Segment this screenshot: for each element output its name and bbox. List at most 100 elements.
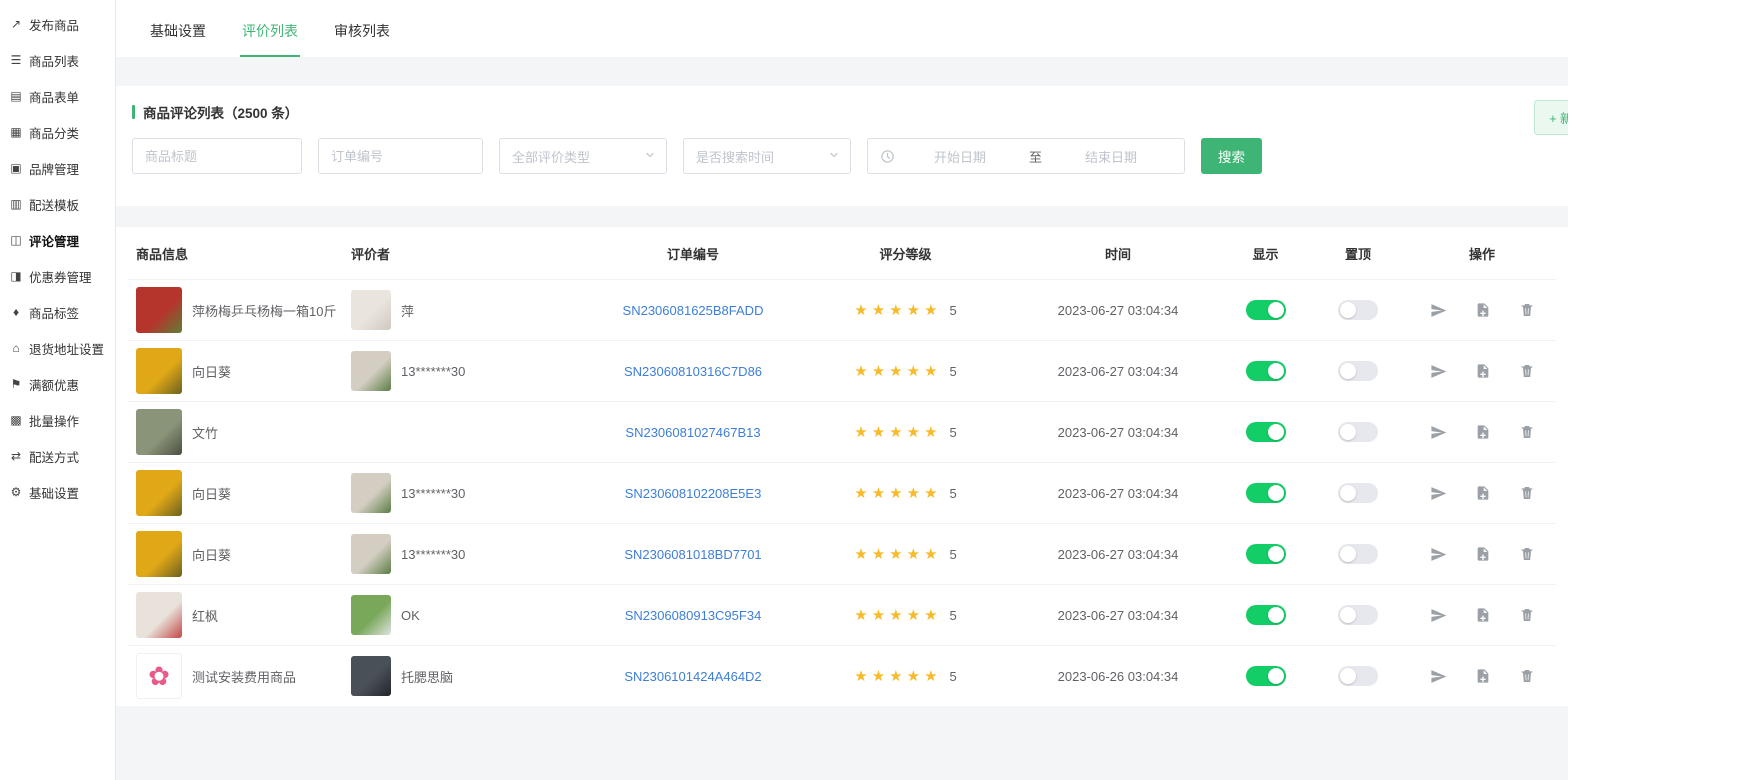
sidebar-item-label: 满额优惠: [29, 375, 79, 394]
order-no-link[interactable]: SN2306080913C95F34: [625, 608, 762, 623]
show-toggle[interactable]: [1246, 483, 1286, 503]
delete-button[interactable]: [1519, 363, 1535, 380]
send-button[interactable]: [1430, 363, 1447, 380]
tab-audit-list[interactable]: 审核列表: [332, 3, 392, 57]
table-row: ✿ 测试安装费用商品 托腮思脑 SN2306101424A464D2 ★★★★★…: [128, 645, 1556, 706]
product-image: [136, 531, 182, 577]
delete-button[interactable]: [1519, 485, 1535, 502]
show-toggle[interactable]: [1246, 666, 1286, 686]
full-discount-icon: ⚑: [9, 377, 23, 391]
export-button[interactable]: [1475, 485, 1491, 502]
delete-button[interactable]: [1519, 668, 1535, 685]
send-button[interactable]: [1430, 546, 1447, 563]
send-button[interactable]: [1430, 302, 1447, 319]
show-toggle[interactable]: [1246, 544, 1286, 564]
order-no-link[interactable]: SN230608102208E5E3: [625, 486, 762, 501]
add-button[interactable]: + 新增: [1534, 100, 1568, 135]
paper-plane-icon: [1430, 307, 1447, 322]
top-toggle[interactable]: [1338, 300, 1378, 320]
reviewer-name: 萍: [401, 301, 414, 320]
reviewer-cell: OK: [343, 595, 588, 635]
order-no-link[interactable]: SN2306081027467B13: [625, 425, 760, 440]
time-search-select[interactable]: 是否搜索时间: [683, 138, 851, 174]
export-button[interactable]: [1475, 546, 1491, 563]
reviewer-avatar: [351, 534, 391, 574]
order-no-link[interactable]: SN2306081625B8FADD: [623, 303, 764, 318]
order-no-link[interactable]: SN2306081018BD7701: [624, 547, 761, 562]
delete-button[interactable]: [1519, 607, 1535, 624]
review-type-select[interactable]: 全部评价类型: [499, 138, 667, 174]
rating-value: 5: [950, 364, 957, 379]
delivery-template-icon: ▥: [9, 197, 23, 211]
column-header-4: 评分等级: [798, 244, 1013, 263]
sidebar-item-batch-operation[interactable]: ▩ 批量操作: [0, 402, 115, 438]
show-toggle[interactable]: [1246, 300, 1286, 320]
top-toggle[interactable]: [1338, 422, 1378, 442]
product-name: 向日葵: [192, 484, 231, 503]
order-no-cell: SN2306081018BD7701: [588, 547, 798, 562]
export-button[interactable]: [1475, 363, 1491, 380]
table-row: 萍杨梅乒乓杨梅一箱10斤 萍 SN2306081625B8FADD ★★★★★ …: [128, 279, 1556, 340]
column-header-1: 商品信息: [128, 244, 343, 263]
order-no-link[interactable]: SN23060810316C7D86: [624, 364, 762, 379]
show-toggle[interactable]: [1246, 422, 1286, 442]
export-button[interactable]: [1475, 668, 1491, 685]
delete-button[interactable]: [1519, 424, 1535, 441]
time-cell: 2023-06-27 03:04:34: [1013, 486, 1223, 501]
send-button[interactable]: [1430, 607, 1447, 624]
delete-button[interactable]: [1519, 546, 1535, 563]
search-button[interactable]: 搜索: [1201, 138, 1262, 174]
delete-button[interactable]: [1519, 302, 1535, 319]
tab-review-list[interactable]: 评价列表: [240, 3, 300, 57]
tab-basic-settings[interactable]: 基础设置: [148, 3, 208, 57]
reviewer-cell: 托腮思脑: [343, 656, 588, 696]
trash-icon: [1519, 367, 1535, 382]
file-plus-icon: [1475, 550, 1491, 565]
sidebar-item-publish-product[interactable]: ↗ 发布商品: [0, 6, 115, 42]
product-info-cell: ✿ 测试安装费用商品: [128, 653, 343, 699]
top-toggle[interactable]: [1338, 483, 1378, 503]
send-button[interactable]: [1430, 485, 1447, 502]
reviewer-avatar: [351, 595, 391, 635]
reviewer-cell: [343, 412, 588, 452]
product-title-input[interactable]: [132, 138, 302, 174]
product-name: 测试安装费用商品: [192, 667, 296, 686]
sidebar-item-product-list[interactable]: ☰ 商品列表: [0, 42, 115, 78]
sidebar-item-basic-settings[interactable]: ⚙ 基础设置: [0, 474, 115, 510]
sidebar-item-coupon-management[interactable]: ◨ 优惠券管理: [0, 258, 115, 294]
order-no-link[interactable]: SN2306101424A464D2: [624, 669, 761, 684]
actions-cell: [1408, 485, 1556, 502]
sidebar-item-product-tag[interactable]: ♦ 商品标签: [0, 294, 115, 330]
export-button[interactable]: [1475, 424, 1491, 441]
top-toggle[interactable]: [1338, 666, 1378, 686]
show-toggle[interactable]: [1246, 361, 1286, 381]
product-name: 向日葵: [192, 362, 231, 381]
export-button[interactable]: [1475, 607, 1491, 624]
date-range-picker[interactable]: 开始日期 至 结束日期: [867, 138, 1185, 174]
sidebar-item-delivery-method[interactable]: ⇄ 配送方式: [0, 438, 115, 474]
top-toggle[interactable]: [1338, 605, 1378, 625]
product-info-cell: 萍杨梅乒乓杨梅一箱10斤: [128, 287, 343, 333]
sidebar-item-delivery-template[interactable]: ▥ 配送模板: [0, 186, 115, 222]
sidebar-item-return-address[interactable]: ⌂ 退货地址设置: [0, 330, 115, 366]
sidebar-item-comment-management[interactable]: ◫ 评论管理: [0, 222, 115, 258]
sidebar-item-product-category[interactable]: ▦ 商品分类: [0, 114, 115, 150]
top-cell: [1308, 422, 1408, 442]
top-toggle[interactable]: [1338, 361, 1378, 381]
delivery-method-icon: ⇄: [9, 449, 23, 463]
export-button[interactable]: [1475, 302, 1491, 319]
sidebar-item-label: 退货地址设置: [29, 339, 104, 358]
product-image: [136, 470, 182, 516]
sidebar-item-brand-management[interactable]: ▣ 品牌管理: [0, 150, 115, 186]
date-separator: 至: [1025, 147, 1046, 166]
show-cell: [1223, 422, 1308, 442]
send-button[interactable]: [1430, 424, 1447, 441]
send-button[interactable]: [1430, 668, 1447, 685]
top-toggle[interactable]: [1338, 544, 1378, 564]
sidebar-item-product-form[interactable]: ▤ 商品表单: [0, 78, 115, 114]
sidebar-item-full-discount[interactable]: ⚑ 满额优惠: [0, 366, 115, 402]
top-cell: [1308, 300, 1408, 320]
order-no-input[interactable]: [318, 138, 483, 174]
show-toggle[interactable]: [1246, 605, 1286, 625]
rating-cell: ★★★★★ 5: [798, 301, 1013, 319]
